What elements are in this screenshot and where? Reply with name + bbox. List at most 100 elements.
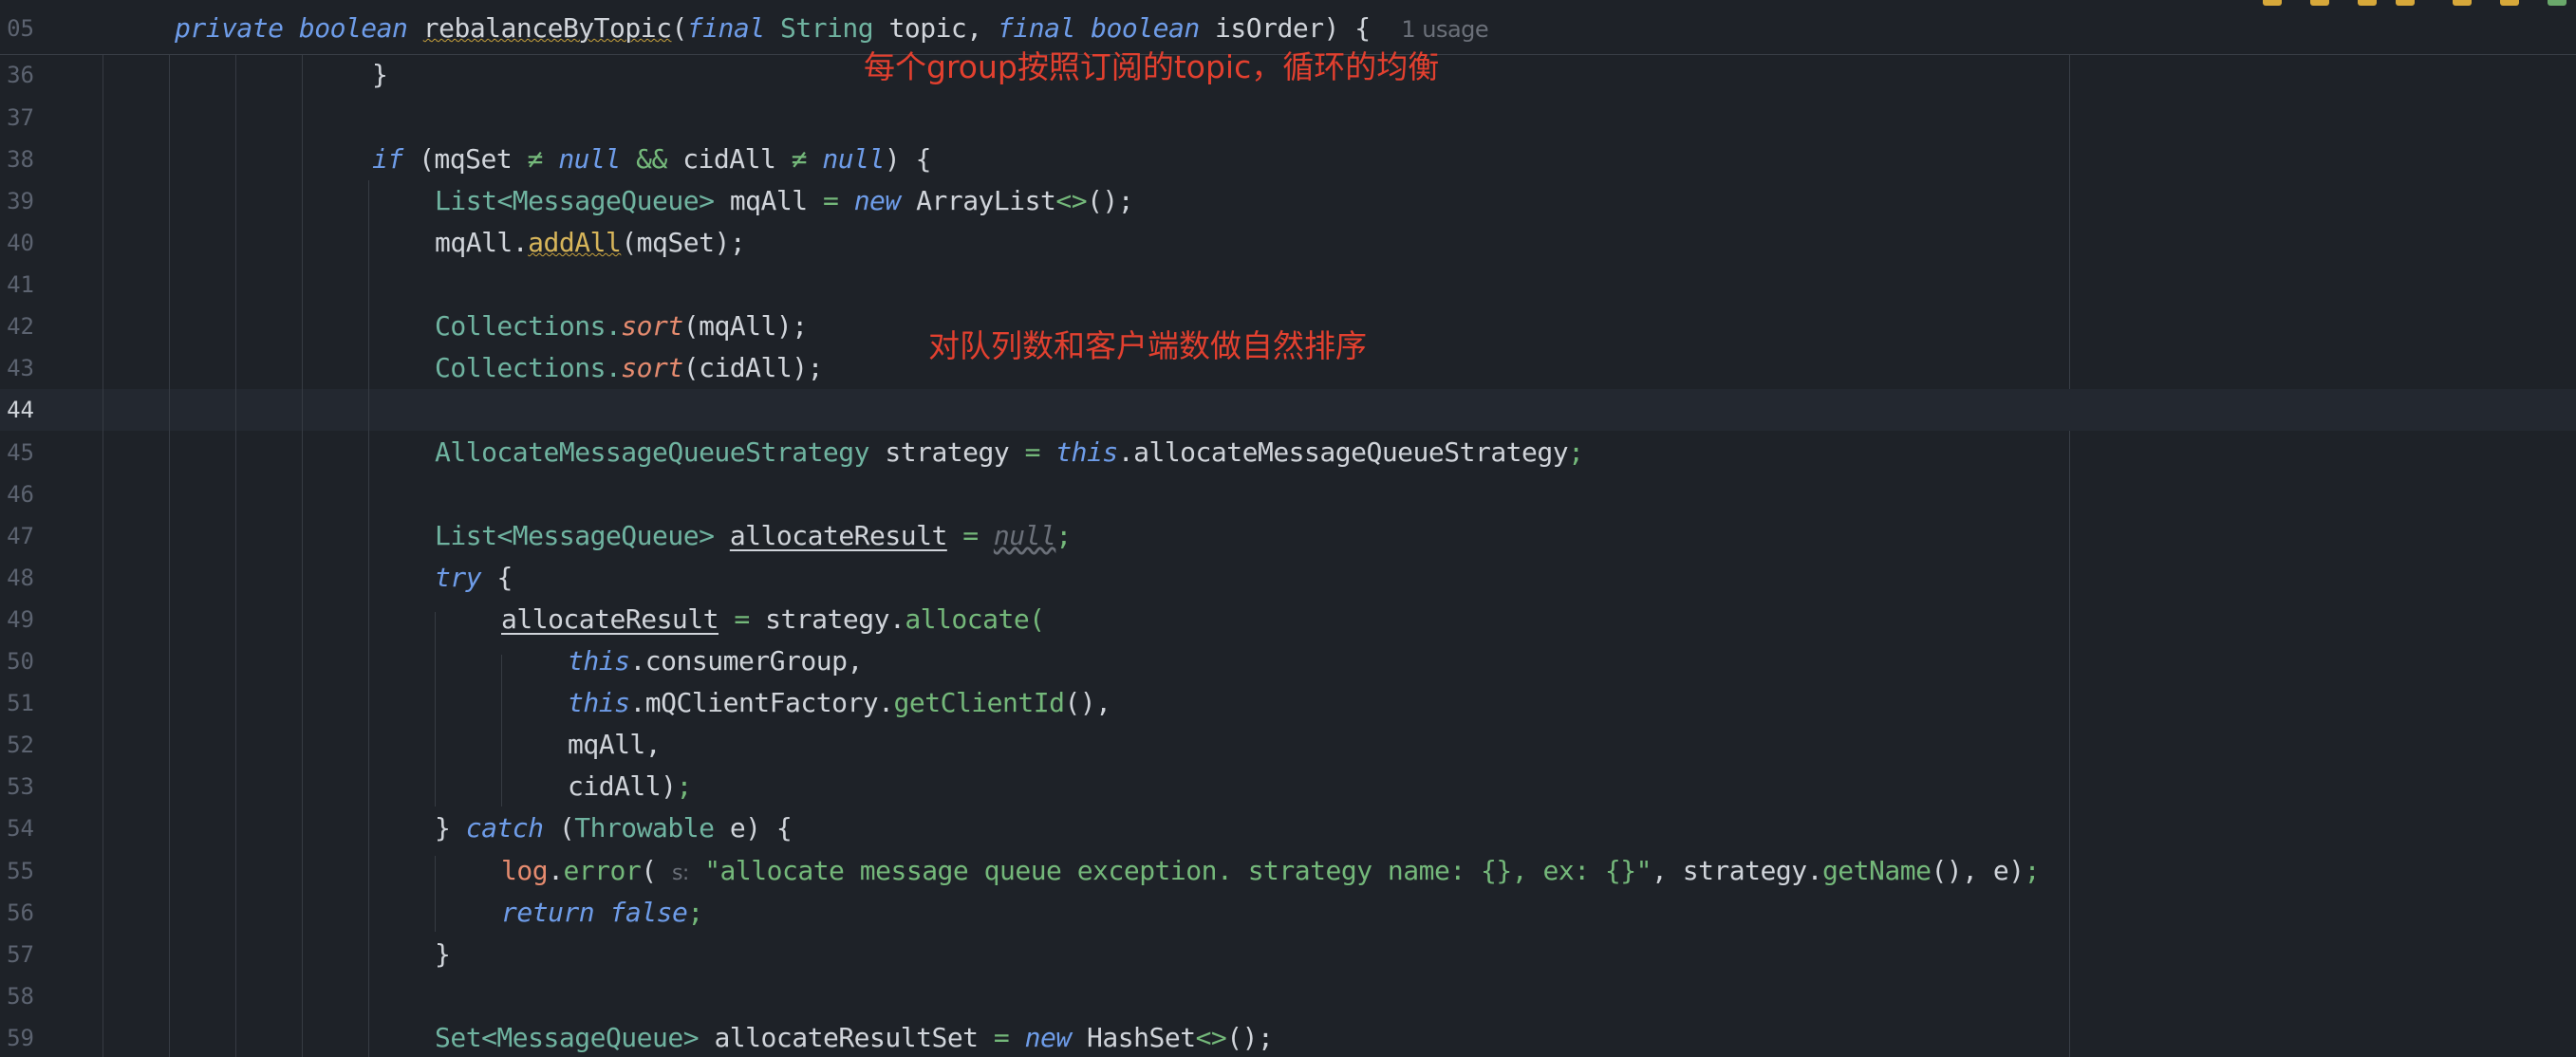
expr: cidAll bbox=[682, 143, 776, 175]
code-line[interactable]: 55 log.error( s: "allocate message queue… bbox=[0, 850, 2576, 892]
method-call[interactable]: addAll bbox=[528, 227, 622, 258]
inspection-widget[interactable] bbox=[2253, 0, 2576, 8]
typo-icon[interactable] bbox=[2548, 0, 2567, 6]
indent-guide bbox=[368, 180, 369, 1057]
field: log bbox=[501, 855, 549, 886]
warning-icon[interactable] bbox=[2310, 0, 2329, 6]
method-call[interactable]: allocate bbox=[905, 603, 1029, 635]
line-number: 54 bbox=[7, 815, 34, 842]
field-access: .mQClientFactory. bbox=[629, 687, 894, 718]
code-line[interactable]: 58 bbox=[0, 975, 2576, 1017]
keyword: boolean bbox=[1091, 12, 1200, 44]
line-number: 59 bbox=[7, 1025, 34, 1051]
field-access: .allocateMessageQueueStrategy bbox=[1117, 436, 1569, 468]
code-editor[interactable]: 05 private boolean rebalanceByTopic(fina… bbox=[0, 0, 2576, 1057]
code-line[interactable]: 37 bbox=[0, 97, 2576, 139]
expr: cidAll) bbox=[568, 770, 677, 802]
line-number: 48 bbox=[7, 565, 34, 591]
code-text: } catch (Throwable e) { bbox=[435, 807, 793, 849]
line-number: 39 bbox=[7, 188, 34, 214]
code-line[interactable]: 51 this.mQClientFactory.getClientId(), bbox=[0, 682, 2576, 724]
type-name: <MessageQueue> bbox=[496, 520, 715, 551]
warning-icon[interactable] bbox=[2453, 0, 2472, 6]
indent-guide bbox=[435, 856, 436, 932]
warning-icon[interactable] bbox=[2396, 0, 2415, 6]
line-number: 45 bbox=[7, 439, 34, 466]
indent-guide bbox=[435, 612, 436, 807]
method-name[interactable]: rebalanceByTopic bbox=[423, 12, 672, 44]
variable: allocateResult bbox=[729, 520, 948, 551]
warning-icon[interactable] bbox=[2358, 0, 2377, 6]
expr: , strategy. bbox=[1652, 855, 1822, 886]
code-text: this.consumerGroup, bbox=[568, 640, 863, 682]
keyword: null bbox=[558, 143, 621, 175]
code-line[interactable]: 56 return false; bbox=[0, 892, 2576, 934]
warning-icon[interactable] bbox=[2263, 0, 2282, 6]
keyword: this bbox=[568, 687, 630, 718]
brace: } bbox=[435, 812, 451, 844]
type-name: AllocateMessageQueueStrategy bbox=[435, 436, 870, 468]
code-line[interactable]: 53 cidAll); bbox=[0, 766, 2576, 807]
brace: { bbox=[496, 562, 513, 593]
code-line[interactable]: 57 } bbox=[0, 934, 2576, 975]
field-access: .consumerGroup, bbox=[629, 645, 863, 677]
indent-guide bbox=[501, 655, 502, 807]
keyword: new bbox=[853, 185, 902, 216]
usages-hint[interactable]: 1 usage bbox=[1401, 16, 1488, 43]
method-call[interactable]: getClientId bbox=[894, 687, 1065, 718]
method-call[interactable]: error bbox=[563, 855, 641, 886]
code-line[interactable]: 46 bbox=[0, 473, 2576, 515]
type-name: String bbox=[779, 12, 874, 44]
code-line[interactable]: 49 allocateResult = strategy.allocate( bbox=[0, 599, 2576, 640]
operator: ; bbox=[2024, 855, 2041, 886]
code-line-current[interactable]: 44 bbox=[0, 389, 2576, 431]
annotation-natural-sort: 对队列数和客户端数做自然排序 bbox=[928, 327, 1367, 364]
type-name: List bbox=[435, 520, 497, 551]
code-line[interactable]: 50 this.consumerGroup, bbox=[0, 640, 2576, 682]
code-text: log.error( s: "allocate message queue ex… bbox=[501, 850, 2040, 895]
code-line[interactable]: 45 AllocateMessageQueueStrategy strategy… bbox=[0, 432, 2576, 473]
operator: = bbox=[1024, 436, 1041, 468]
code-line[interactable]: 38 if (mqSet ≠ null && cidAll ≠ null) { bbox=[0, 139, 2576, 180]
type-name: Set bbox=[435, 1022, 482, 1053]
parameter-hint: s: bbox=[671, 862, 689, 885]
type-name: List bbox=[435, 185, 497, 216]
expr: (); bbox=[1087, 185, 1134, 216]
code-text: Collections.sort(mqAll); bbox=[435, 306, 808, 347]
parameter: topic, bbox=[888, 12, 983, 44]
operator: ≠ bbox=[791, 143, 808, 175]
keyword: new bbox=[1024, 1022, 1073, 1053]
expr: (mqAll); bbox=[682, 310, 808, 342]
line-number: 49 bbox=[7, 606, 34, 633]
code-text: if (mqSet ≠ null && cidAll ≠ null) { bbox=[372, 139, 931, 180]
code-line[interactable]: 47 List<MessageQueue> allocateResult = n… bbox=[0, 515, 2576, 557]
warning-icon[interactable] bbox=[2500, 0, 2519, 6]
static-method[interactable]: sort bbox=[621, 310, 683, 342]
expr: (cidAll); bbox=[682, 352, 824, 383]
code-line[interactable]: 40 mqAll.addAll(mqSet); bbox=[0, 222, 2576, 264]
static-method[interactable]: sort bbox=[621, 352, 683, 383]
indent-guide bbox=[169, 54, 170, 1057]
keyword: final bbox=[998, 12, 1075, 44]
operator: <> bbox=[1055, 185, 1088, 216]
code-text: Collections.sort(cidAll); bbox=[435, 347, 823, 389]
string-literal: "allocate message queue exception. strat… bbox=[704, 855, 1652, 886]
code-line[interactable]: 39 List<MessageQueue> mqAll = new ArrayL… bbox=[0, 180, 2576, 222]
code-line[interactable]: 59 Set<MessageQueue> allocateResultSet =… bbox=[0, 1017, 2576, 1057]
code-line[interactable]: 52 mqAll, bbox=[0, 724, 2576, 766]
code-text: try { bbox=[435, 557, 513, 599]
line-number: 38 bbox=[7, 146, 34, 173]
variable: mqAll bbox=[729, 185, 808, 216]
line-number: 42 bbox=[7, 313, 34, 340]
line-number: 55 bbox=[7, 858, 34, 884]
code-text: return false; bbox=[501, 892, 703, 934]
method-call[interactable]: getName bbox=[1822, 855, 1932, 886]
paren: ( bbox=[1029, 603, 1045, 635]
expr: (mqSet); bbox=[621, 227, 746, 258]
code-line[interactable]: 48 try { bbox=[0, 557, 2576, 599]
class-name: Collections. bbox=[435, 352, 622, 383]
code-line[interactable]: 41 bbox=[0, 264, 2576, 306]
class-name: Collections. bbox=[435, 310, 622, 342]
code-text: allocateResult = strategy.allocate( bbox=[501, 599, 1045, 640]
code-line[interactable]: 54 } catch (Throwable e) { bbox=[0, 807, 2576, 849]
